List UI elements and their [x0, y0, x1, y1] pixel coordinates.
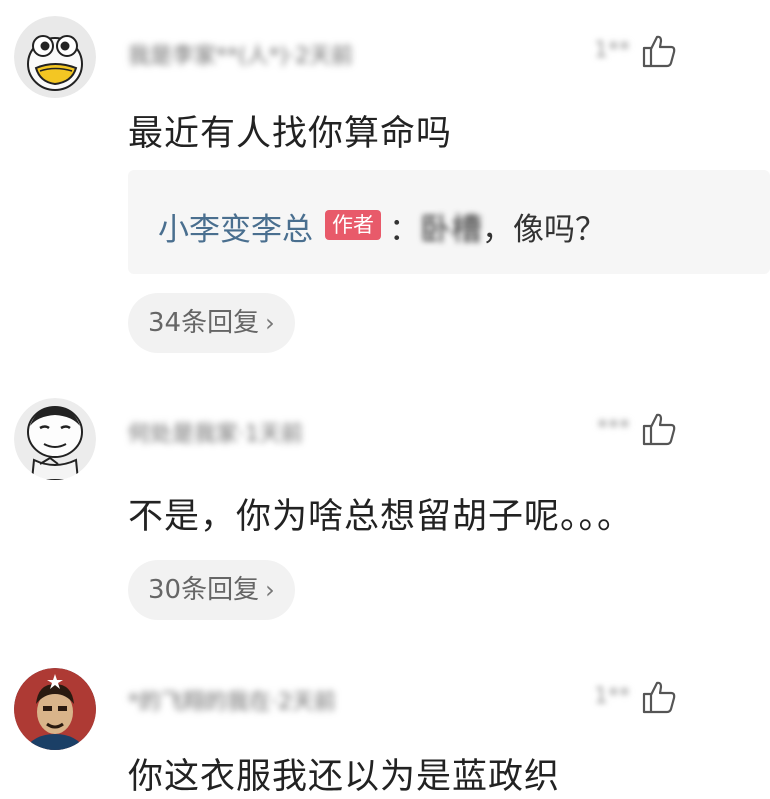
comment-header: *的飞翔的我在·2天前 1** — [128, 678, 770, 718]
view-replies-button[interactable]: 30条回复 › — [128, 560, 295, 620]
comment-header: 我是李家**(人*)·2天前 1** — [128, 32, 770, 72]
avatar[interactable] — [14, 668, 96, 750]
reply-author[interactable]: 小李变李总 — [158, 212, 313, 248]
reply-blurred-text: 卧槽 — [420, 212, 482, 248]
username[interactable]: 我是李家**(人*)·2天前 — [128, 38, 353, 70]
thumbs-up-icon[interactable] — [640, 32, 678, 70]
portrait-avatar-image — [14, 668, 96, 750]
chevron-right-icon: › — [265, 576, 275, 604]
avatar[interactable] — [14, 16, 96, 98]
comment-text: 最近有人找你算命吗 — [128, 114, 453, 154]
replies-count-label: 34条回复 — [148, 308, 260, 338]
like-count: 1** — [594, 38, 630, 63]
like-count: *** — [597, 416, 630, 441]
chevron-right-icon: › — [265, 309, 275, 337]
comment-header: 何处是我家·1天前 *** — [128, 410, 770, 450]
comment-text: 你这衣服我还以为是蓝政织 — [128, 757, 561, 797]
thumbs-up-icon[interactable] — [640, 678, 678, 716]
comment-text: 不是，你为啥总想留胡子呢。。。 — [128, 497, 634, 537]
meme-face-avatar-image — [14, 398, 96, 480]
username[interactable]: 何处是我家·1天前 — [128, 416, 303, 448]
author-badge: 作者 — [325, 209, 381, 240]
view-replies-button[interactable]: 34条回复 › — [128, 293, 295, 353]
reply-preview[interactable]: 小李变李总 作者 ：卧槽，像吗？ — [128, 170, 770, 274]
replies-count-label: 30条回复 — [148, 575, 260, 605]
avatar[interactable] — [14, 398, 96, 480]
reply-colon: ： — [389, 212, 420, 248]
like-count: 1** — [594, 684, 630, 709]
thumbs-up-icon[interactable] — [640, 410, 678, 448]
frog-avatar-image — [14, 16, 96, 98]
reply-text: ，像吗？ — [482, 212, 606, 248]
username[interactable]: *的飞翔的我在·2天前 — [128, 684, 336, 716]
